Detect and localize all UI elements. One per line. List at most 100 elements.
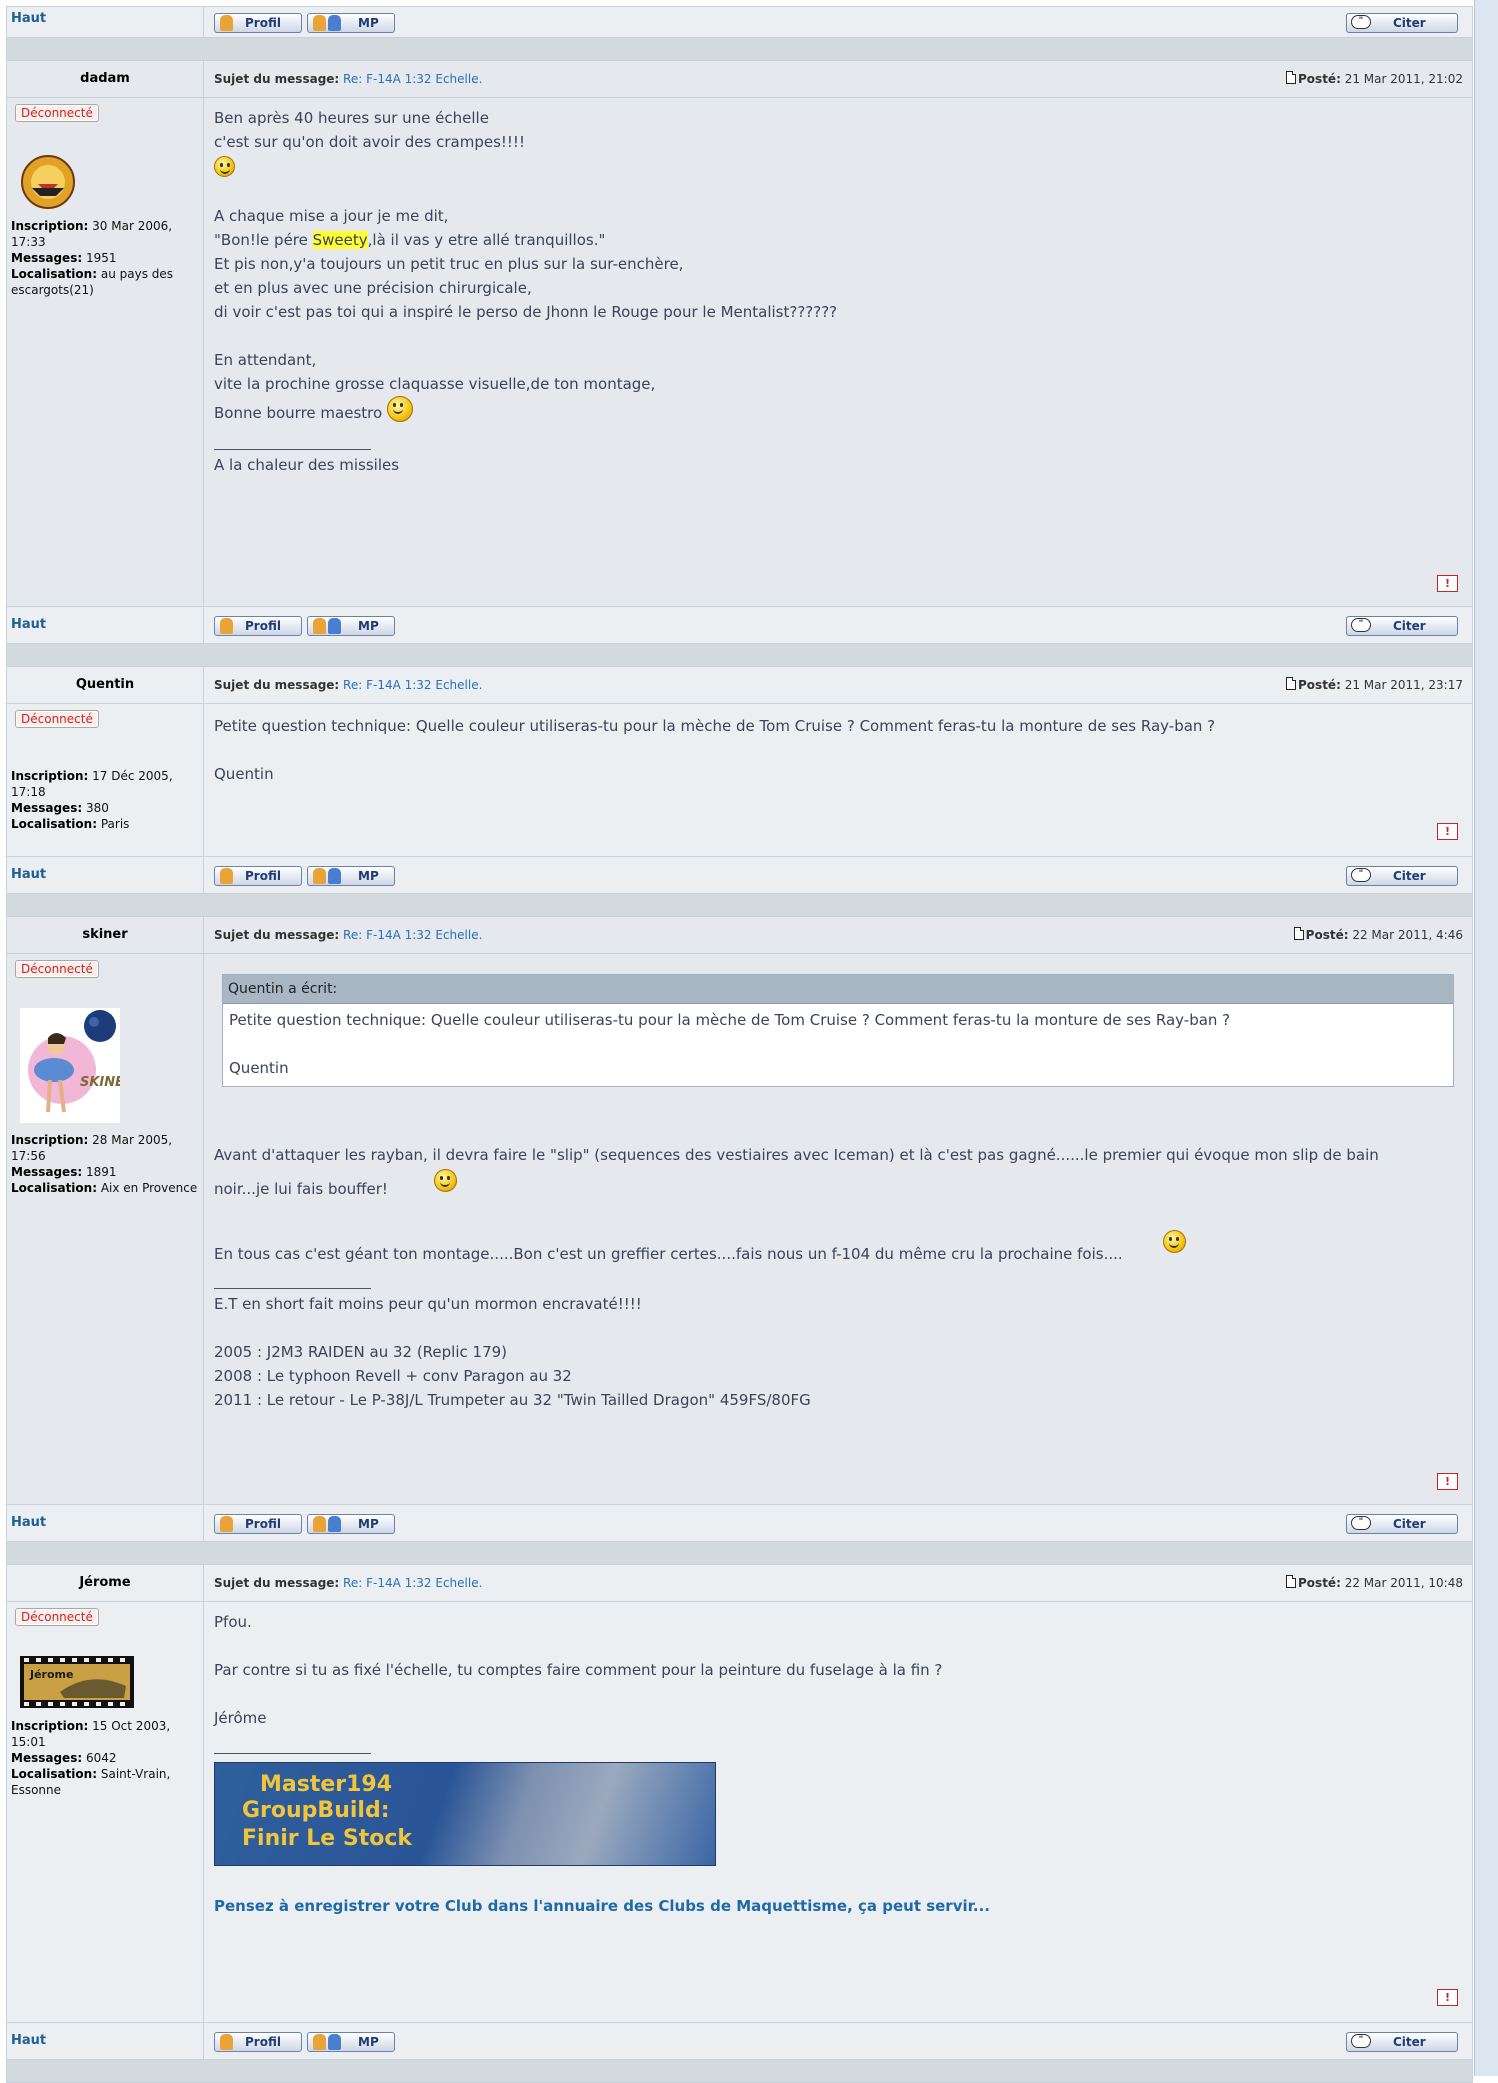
back-to-top-link[interactable]: Haut — [7, 617, 46, 632]
post-body: Petite question technique: Quelle couleu… — [203, 703, 1473, 857]
profile-button[interactable]: Profil — [214, 13, 302, 33]
author-info: Inscription: 28 Mar 2005, 17:56 Messages… — [11, 1133, 198, 1195]
back-to-top-link[interactable]: Haut — [7, 2033, 46, 2048]
quote-bubble-icon: " — [1351, 1516, 1371, 1530]
offline-status-badge: Déconnecté — [15, 710, 99, 728]
post-date: Posté: 22 Mar 2011, 10:48 — [1286, 1565, 1463, 1601]
svg-text:Jérome: Jérome — [29, 1668, 73, 1681]
highlighted-word: Sweety — [312, 231, 368, 249]
profile-button[interactable]: Profil — [214, 866, 302, 886]
author-profile: Déconnecté Jérome Inscription: 15 Oct 20… — [6, 1601, 204, 2023]
post-separator — [6, 1541, 1473, 1565]
post-subject-bar: Sujet du message: Re: F-14A 1:32 Echelle… — [203, 60, 1473, 98]
user-icon — [328, 868, 341, 884]
post-author[interactable]: Quentin — [6, 666, 204, 704]
profile-button[interactable]: Profil — [214, 616, 302, 636]
post-subject-bar: Sujet du message: Re: F-14A 1:32 Echelle… — [203, 666, 1473, 704]
author-info: Inscription: 15 Oct 2003, 15:01 Messages… — [11, 1719, 171, 1797]
user-icon — [220, 618, 233, 634]
user-icon — [328, 15, 341, 31]
report-button[interactable]: ! — [1437, 1989, 1458, 2006]
private-message-button[interactable]: MP — [307, 866, 395, 886]
profile-button[interactable]: Profil — [214, 2032, 302, 2052]
quote-bubble-icon: " — [1351, 15, 1371, 29]
svg-text:SKINER: SKINER — [80, 1075, 120, 1090]
post-icon[interactable] — [1286, 1575, 1297, 1588]
post-body: Ben après 40 heures sur une échelle c'es… — [203, 97, 1473, 607]
post-date: Posté: 21 Mar 2011, 21:02 — [1286, 61, 1463, 97]
avatar: SKINER — [20, 1008, 120, 1123]
back-to-top-link[interactable]: Haut — [7, 11, 46, 26]
post-subject-bar: Sujet du message: Re: F-14A 1:32 Echelle… — [203, 916, 1473, 954]
user-icon — [220, 2034, 233, 2050]
post-date: Posté: 21 Mar 2011, 23:17 — [1286, 667, 1463, 703]
quote-block: Quentin a écrit: Petite question techniq… — [222, 974, 1454, 1087]
forum-topic-posts: Haut Profil MP " Citer dadam Sujet du me… — [6, 6, 1473, 2083]
subject-link[interactable]: Re: F-14A 1:32 Echelle. — [343, 678, 482, 692]
subject-link[interactable]: Re: F-14A 1:32 Echelle. — [343, 928, 482, 942]
private-message-button[interactable]: MP — [307, 616, 395, 636]
private-message-button[interactable]: MP — [307, 2032, 395, 2052]
profile-button[interactable]: Profil — [214, 1514, 302, 1534]
post-icon[interactable] — [1286, 677, 1297, 690]
signature-divider — [214, 1288, 371, 1289]
offline-status-badge: Déconnecté — [15, 1608, 99, 1626]
subject-link[interactable]: Re: F-14A 1:32 Echelle. — [343, 72, 482, 86]
quote-button[interactable]: " Citer — [1346, 2032, 1458, 2052]
user-icon — [328, 618, 341, 634]
subject-link[interactable]: Re: F-14A 1:32 Echelle. — [343, 1576, 482, 1590]
post-icon[interactable] — [1293, 927, 1304, 940]
post-body: Quentin a écrit: Petite question techniq… — [203, 953, 1473, 1505]
user-icon — [328, 2034, 341, 2050]
post-body: Pfou. Par contre si tu as fixé l'échelle… — [203, 1601, 1473, 2023]
user-icon — [313, 2034, 326, 2050]
avatar — [21, 155, 75, 209]
user-icon — [313, 1516, 326, 1532]
post-author[interactable]: dadam — [6, 60, 204, 98]
private-message-button[interactable]: MP — [307, 1514, 395, 1534]
author-info: Inscription: 17 Déc 2005, 17:18 Messages… — [11, 769, 173, 831]
offline-status-badge: Déconnecté — [15, 104, 99, 122]
private-message-button[interactable]: MP — [307, 13, 395, 33]
report-button[interactable]: ! — [1437, 1473, 1458, 1490]
post-subject-bar: Sujet du message: Re: F-14A 1:32 Echelle… — [203, 1564, 1473, 1602]
user-icon — [313, 15, 326, 31]
avatar: Jérome — [20, 1656, 134, 1708]
offline-status-badge: Déconnecté — [15, 960, 99, 978]
author-profile: Déconnecté Inscription: 17 Déc 2005, 17:… — [6, 703, 204, 857]
post-separator — [6, 893, 1473, 917]
report-button[interactable]: ! — [1437, 823, 1458, 840]
user-icon — [220, 1516, 233, 1532]
author-info: Inscription: 30 Mar 2006, 17:33 Messages… — [11, 219, 174, 297]
post-author[interactable]: Jérome — [6, 1564, 204, 1602]
signature-divider — [214, 1753, 371, 1754]
groupbuild-banner-image[interactable]: Master194 GroupBuild: Finir Le Stock — [214, 1762, 716, 1866]
author-profile: Déconnecté Inscription: 30 Mar 2006, 17:… — [6, 97, 204, 607]
post-separator — [6, 643, 1473, 667]
club-directory-link[interactable]: Pensez à enregistrer votre Club dans l'a… — [214, 1897, 990, 1915]
quote-author: Quentin a écrit: — [223, 975, 1453, 1004]
quote-bubble-icon: " — [1351, 618, 1371, 632]
right-scroll-strip — [1474, 0, 1498, 2076]
quote-button[interactable]: " Citer — [1346, 866, 1458, 886]
report-button[interactable]: ! — [1437, 575, 1458, 592]
post-author[interactable]: skiner — [6, 916, 204, 954]
smiley-icon — [1162, 1230, 1186, 1253]
quote-button[interactable]: " Citer — [1346, 13, 1458, 33]
user-icon — [220, 15, 233, 31]
post-icon[interactable] — [1286, 71, 1297, 84]
smiley-icon — [214, 156, 235, 177]
back-to-top-link[interactable]: Haut — [7, 867, 46, 882]
user-icon — [328, 1516, 341, 1532]
back-to-top-link[interactable]: Haut — [7, 1515, 46, 1530]
post-separator — [6, 2059, 1473, 2083]
post-date: Posté: 22 Mar 2011, 4:46 — [1293, 917, 1463, 953]
author-profile: Déconnecté SKINER Inscription: 28 Mar 20… — [6, 953, 204, 1505]
quote-button[interactable]: " Citer — [1346, 616, 1458, 636]
post-separator — [6, 37, 1473, 61]
quote-bubble-icon: " — [1351, 2034, 1371, 2048]
signature-divider — [214, 449, 371, 450]
wink-smiley-icon — [386, 396, 413, 422]
quote-button[interactable]: " Citer — [1346, 1514, 1458, 1534]
user-icon — [220, 868, 233, 884]
